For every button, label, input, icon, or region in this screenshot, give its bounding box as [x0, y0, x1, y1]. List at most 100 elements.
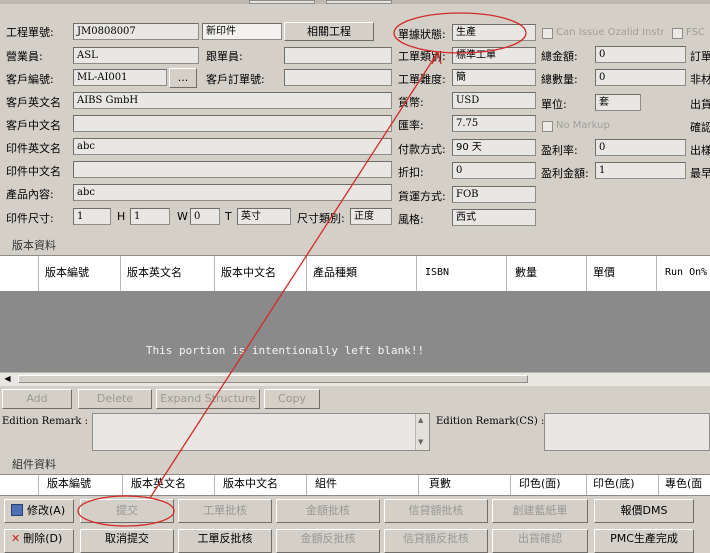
components-col-header-1[interactable]: 版本編號: [38, 475, 131, 495]
modify-button[interactable]: 修改(A): [4, 499, 74, 523]
components-col-header-3[interactable]: 版本中文名: [214, 475, 315, 495]
shipping-field[interactable]: FOB: [452, 186, 536, 203]
size-unit-field[interactable]: 英寸: [237, 208, 291, 225]
customer-en-field[interactable]: AIBS GmbH: [73, 92, 392, 109]
delete-edition-button[interactable]: Delete: [78, 389, 152, 409]
amount-unapprove-button[interactable]: 金額反批核: [276, 529, 380, 553]
sales-field[interactable]: ASL: [73, 47, 199, 64]
edition-col-header-3[interactable]: 版本中文名: [214, 256, 313, 292]
margin-amount-field[interactable]: 1: [595, 162, 686, 179]
payment-label: 付款方式:: [398, 143, 446, 156]
submit-button[interactable]: 提交: [80, 499, 174, 523]
components-col-header-4[interactable]: 組件: [306, 475, 427, 495]
modify-button-label: 修改(A): [27, 504, 66, 517]
size-length-field[interactable]: 1: [73, 208, 111, 225]
right-edge-label-2: 非材: [690, 73, 710, 86]
customer-lookup-button[interactable]: ...: [169, 68, 197, 88]
components-col-header-6[interactable]: 印色(面): [510, 475, 595, 495]
delete-button[interactable]: ✕ 刪除(D): [4, 529, 74, 553]
rate-field[interactable]: 7.75: [452, 115, 536, 132]
add-edition-button[interactable]: Add: [2, 389, 72, 409]
edition-col-header-6[interactable]: 數量: [506, 256, 595, 292]
edition-grid-body[interactable]: This portion is intentionally left blank…: [0, 291, 710, 372]
right-edge-label-4: 確認: [690, 121, 710, 134]
right-edge-label-6: 最早: [690, 167, 710, 180]
remark-scroll-down-icon[interactable]: ▼: [418, 438, 423, 446]
total-amount-field[interactable]: 0: [595, 46, 686, 63]
item-en-field[interactable]: abc: [73, 138, 392, 155]
size-width-field[interactable]: 0: [190, 208, 220, 225]
cancel-submit-button[interactable]: 取消提交: [80, 529, 174, 553]
doc-status-field[interactable]: 生產: [452, 24, 536, 41]
follow-label: 跟單員:: [206, 50, 243, 63]
discount-field[interactable]: 0: [452, 162, 536, 179]
customer-order-field[interactable]: [284, 69, 392, 86]
copy-edition-button[interactable]: Copy: [264, 389, 320, 409]
customer-cn-field[interactable]: [73, 115, 392, 132]
no-markup-checkbox[interactable]: [542, 121, 553, 132]
difficulty-field[interactable]: 簡: [452, 69, 536, 86]
doc-status-label: 單據狀態:: [398, 28, 446, 41]
edition-remark-label: Edition Remark :: [2, 416, 89, 427]
total-amount-label: 總金額:: [541, 50, 578, 63]
size-height-field[interactable]: 1: [130, 208, 170, 225]
edition-col-header-7[interactable]: 單價: [586, 256, 663, 292]
currency-field[interactable]: USD: [452, 92, 536, 109]
components-col-header-5[interactable]: 頁數: [418, 475, 521, 495]
expand-structure-button[interactable]: Expand Structure: [156, 389, 260, 409]
margin-rate-field[interactable]: 0: [595, 139, 686, 156]
discount-label: 折扣:: [398, 166, 424, 179]
edition-horizontal-scrollbar[interactable]: ◀: [0, 372, 710, 386]
components-col-header-8[interactable]: 專色(面: [658, 475, 710, 495]
customer-order-label: 客戶訂單號:: [206, 73, 265, 86]
customer-code-label: 客戶編號:: [6, 73, 54, 86]
edition-col-header-1[interactable]: 版本編號: [38, 256, 127, 292]
edition-remark-cs-textarea[interactable]: [544, 413, 710, 451]
edition-col-header-2[interactable]: 版本英文名: [120, 256, 221, 292]
fsc-checkbox[interactable]: [672, 28, 683, 39]
unit-field[interactable]: 套: [595, 94, 641, 111]
total-qty-field[interactable]: 0: [595, 69, 686, 86]
edit-icon: [11, 504, 23, 516]
style-label: 風格:: [398, 213, 424, 226]
content-field[interactable]: abc: [73, 184, 392, 201]
size-type-label: 尺寸類別:: [297, 212, 345, 225]
total-qty-label: 總數量:: [541, 73, 578, 86]
work-order-unapprove-button[interactable]: 工單反批核: [178, 529, 272, 553]
style-field[interactable]: 西式: [452, 209, 536, 226]
credit-unapprove-button[interactable]: 信貸額反批核: [384, 529, 488, 553]
work-order-no-field[interactable]: JM0808007: [73, 23, 199, 40]
edition-remark-cs-label: Edition Remark(CS) :: [436, 416, 545, 427]
amount-approve-button[interactable]: 金額批核: [276, 499, 380, 523]
item-cn-field[interactable]: [73, 161, 392, 178]
follow-field[interactable]: [284, 47, 392, 64]
edition-col-header-4[interactable]: 產品種類: [306, 256, 423, 292]
credit-approve-button[interactable]: 信貸額批核: [384, 499, 488, 523]
components-col-header-2[interactable]: 版本英文名: [122, 475, 223, 495]
shipping-label: 貨運方式:: [398, 190, 446, 203]
edition-col-header-8[interactable]: Run On%: [656, 256, 710, 292]
remark-scrollbar[interactable]: ▲ ▼: [415, 414, 429, 450]
scroll-left-arrow-icon[interactable]: ◀: [2, 374, 13, 384]
edition-col-header-5[interactable]: ISBN: [416, 256, 515, 292]
shipment-confirm-button[interactable]: 出貨確認: [492, 529, 588, 553]
customer-en-label: 客戶英文名: [6, 96, 61, 109]
item-cn-label: 印件中文名: [6, 165, 61, 178]
toolbar-tab-remnant-2[interactable]: [326, 0, 392, 4]
size-type-field[interactable]: 正度: [350, 208, 392, 225]
scroll-thumb[interactable]: [18, 375, 528, 383]
edition-remark-textarea[interactable]: ▲ ▼: [92, 413, 430, 451]
toolbar-tab-remnant-1[interactable]: [249, 0, 315, 4]
payment-field[interactable]: 90 天: [452, 139, 536, 156]
pmc-production-done-button[interactable]: PMC生產完成: [594, 529, 694, 553]
components-col-header-7[interactable]: 印色(底): [586, 475, 665, 495]
remark-scroll-up-icon[interactable]: ▲: [418, 416, 423, 424]
related-projects-button[interactable]: 相關工程: [284, 22, 374, 41]
customer-code-field[interactable]: ML-AI001: [73, 69, 167, 86]
work-order-approve-button[interactable]: 工單批核: [178, 499, 272, 523]
create-blueprint-button[interactable]: 創建藍紙單: [492, 499, 588, 523]
can-issue-checkbox[interactable]: [542, 28, 553, 39]
work-type-field[interactable]: 標準工單: [452, 47, 536, 64]
quote-dms-button[interactable]: 報價DMS: [594, 499, 694, 523]
delete-button-label: 刪除(D): [23, 532, 63, 545]
